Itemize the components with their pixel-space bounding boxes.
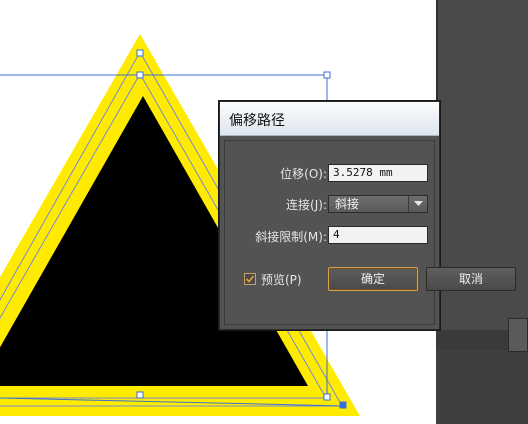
anchor-point-top[interactable]	[136, 49, 144, 57]
miter-limit-label: 斜接限制(M):	[255, 230, 327, 244]
right-panel-area	[436, 0, 528, 424]
chevron-down-icon	[408, 196, 427, 212]
dialog-title: 偏移路径	[229, 113, 285, 129]
dialog-title-bar[interactable]: 偏移路径	[220, 102, 439, 136]
bounding-handle-top-center[interactable]	[136, 71, 144, 79]
dialog-body: 位移(O): 3.5278 mm 连接(J): 斜接 斜接限制(M): 4 预览…	[224, 140, 516, 325]
join-label: 连接(J):	[286, 198, 327, 212]
checkmark-icon	[245, 275, 255, 283]
offset-label: 位移(O):	[280, 167, 327, 181]
cancel-button[interactable]: 取消	[426, 267, 516, 291]
ok-button[interactable]: 确定	[328, 267, 418, 291]
panel-mini-control[interactable]	[508, 318, 528, 352]
bounding-handle-bottom-right[interactable]	[323, 393, 331, 401]
anchor-point-bottom-right[interactable]	[339, 401, 347, 409]
join-select[interactable]: 斜接	[328, 195, 428, 213]
panel-lower	[436, 350, 528, 424]
preview-checkbox[interactable]	[244, 273, 256, 285]
preview-label: 预览(P)	[261, 273, 302, 287]
miter-limit-input[interactable]: 4	[328, 226, 428, 244]
join-select-value: 斜接	[335, 197, 360, 211]
bounding-handle-bottom-center[interactable]	[136, 391, 144, 399]
bounding-handle-top-right[interactable]	[323, 71, 331, 79]
offset-input[interactable]: 3.5278 mm	[328, 164, 428, 182]
offset-path-dialog: 偏移路径 位移(O): 3.5278 mm 连接(J): 斜接 斜接限制(M):…	[219, 101, 516, 330]
